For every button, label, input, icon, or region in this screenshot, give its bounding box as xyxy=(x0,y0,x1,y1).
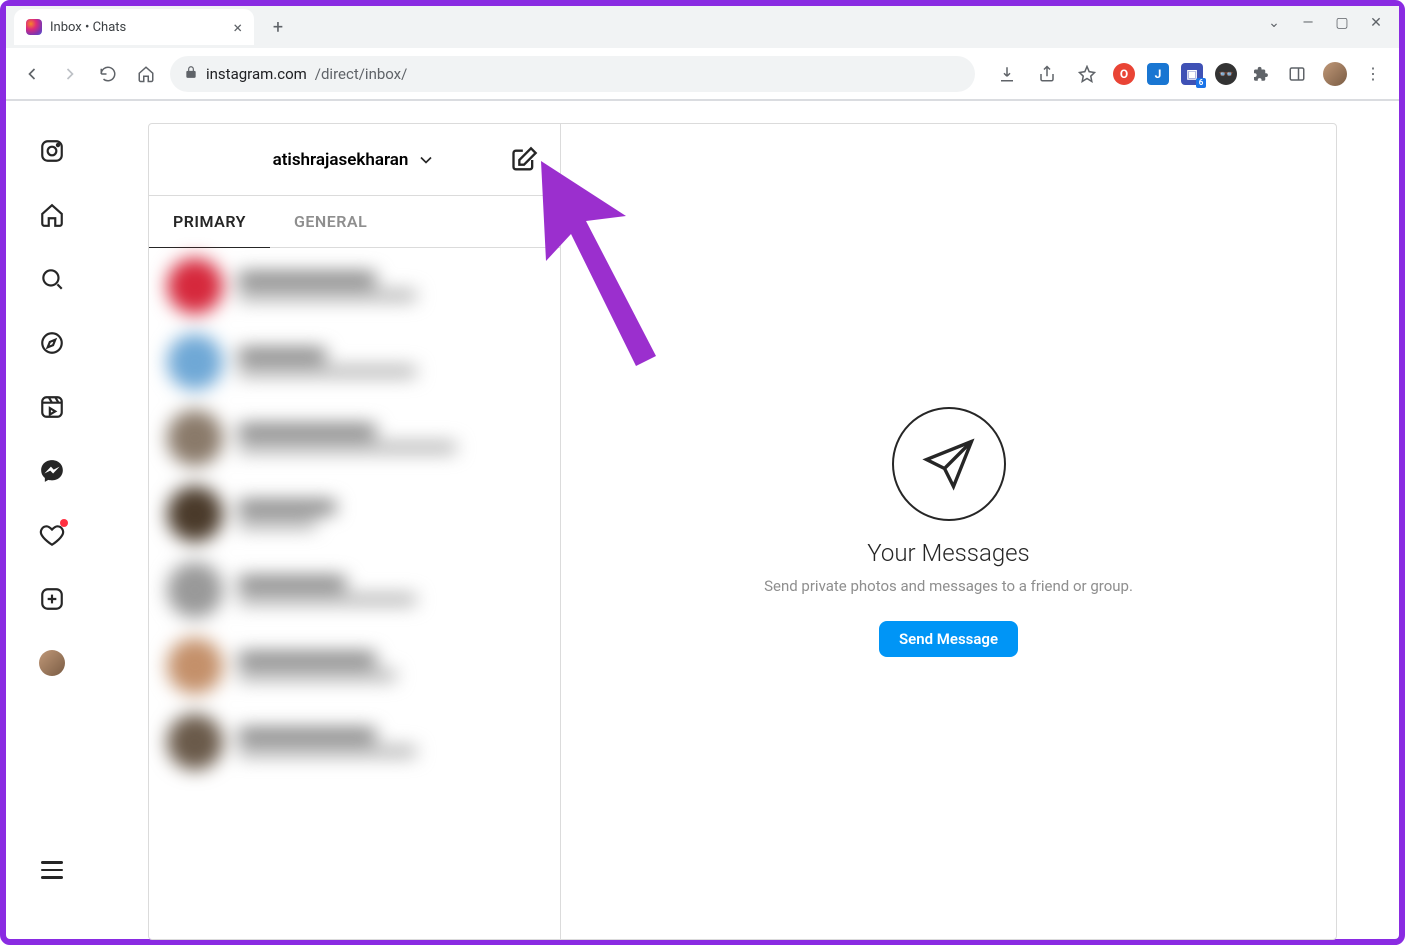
list-item xyxy=(149,552,560,628)
extensions-icon[interactable] xyxy=(1249,63,1271,85)
paper-plane-icon xyxy=(892,407,1006,521)
explore-icon[interactable] xyxy=(38,329,66,357)
list-item xyxy=(149,324,560,400)
list-item xyxy=(149,248,560,324)
instagram-sidebar xyxy=(6,101,98,940)
address-bar: instagram.com/direct/inbox/ O J ▣ 👓 ⋮ xyxy=(6,48,1399,100)
download-icon[interactable] xyxy=(993,60,1021,88)
notifications-icon[interactable] xyxy=(38,521,66,549)
list-item xyxy=(149,628,560,704)
back-button[interactable] xyxy=(18,60,46,88)
list-item xyxy=(149,400,560,476)
star-icon[interactable] xyxy=(1073,60,1101,88)
minimize-icon[interactable]: — xyxy=(1299,14,1317,32)
maximize-icon[interactable]: ▢ xyxy=(1333,14,1351,32)
home-button[interactable] xyxy=(132,60,160,88)
toolbar-icons: O J ▣ 👓 ⋮ xyxy=(993,60,1387,88)
extension-opera-icon[interactable]: O xyxy=(1113,63,1135,85)
close-icon[interactable]: ✕ xyxy=(1367,14,1385,32)
inbox-left-pane: atishrajasekharan PRIMARY GENERAL xyxy=(149,124,561,939)
inbox-header: atishrajasekharan xyxy=(149,124,560,196)
forward-button[interactable] xyxy=(56,60,84,88)
create-icon[interactable] xyxy=(38,585,66,613)
instagram-logo-icon[interactable] xyxy=(38,137,66,165)
tab-general[interactable]: GENERAL xyxy=(270,196,391,247)
url-domain: instagram.com xyxy=(206,65,307,83)
messages-icon[interactable] xyxy=(38,457,66,485)
more-menu-icon[interactable] xyxy=(38,856,66,884)
tab-title: Inbox • Chats xyxy=(50,20,126,35)
tab-strip: Inbox • Chats × + ⌄ — ▢ ✕ xyxy=(6,6,1399,48)
main-area: atishrajasekharan PRIMARY GENERAL xyxy=(98,101,1399,940)
home-icon[interactable] xyxy=(38,201,66,229)
profile-icon[interactable] xyxy=(38,649,66,677)
list-item xyxy=(149,476,560,552)
menu-icon[interactable]: ⋮ xyxy=(1359,60,1387,88)
reels-icon[interactable] xyxy=(38,393,66,421)
inbox-panel: atishrajasekharan PRIMARY GENERAL xyxy=(148,123,1337,940)
browser-chrome: Inbox • Chats × + ⌄ — ▢ ✕ instagram.com/… xyxy=(6,6,1399,101)
account-switcher[interactable]: atishrajasekharan xyxy=(273,150,437,170)
extension-j-icon[interactable]: J xyxy=(1147,63,1169,85)
new-tab-button[interactable]: + xyxy=(264,13,292,41)
url-path: /direct/inbox/ xyxy=(315,65,408,83)
list-item xyxy=(149,704,560,780)
extension-bookmark-icon[interactable]: ▣ xyxy=(1181,63,1203,85)
account-name: atishrajasekharan xyxy=(273,150,409,170)
new-message-button[interactable] xyxy=(510,146,538,178)
lock-icon xyxy=(184,65,198,83)
inbox-tabs: PRIMARY GENERAL xyxy=(149,196,560,248)
page-content: atishrajasekharan PRIMARY GENERAL xyxy=(6,101,1399,940)
chat-list[interactable] xyxy=(149,248,560,939)
window-controls: ⌄ — ▢ ✕ xyxy=(1265,14,1385,32)
inbox-empty-state: Your Messages Send private photos and me… xyxy=(561,124,1336,939)
reload-button[interactable] xyxy=(94,60,122,88)
profile-avatar-icon[interactable] xyxy=(1323,62,1347,86)
empty-subtitle: Send private photos and messages to a fr… xyxy=(764,577,1133,595)
empty-title: Your Messages xyxy=(867,539,1029,567)
instagram-favicon-icon xyxy=(26,19,42,35)
chevron-down-icon[interactable]: ⌄ xyxy=(1265,14,1283,32)
compose-icon xyxy=(510,146,538,174)
share-icon[interactable] xyxy=(1033,60,1061,88)
extension-goggles-icon[interactable]: 👓 xyxy=(1215,63,1237,85)
url-field[interactable]: instagram.com/direct/inbox/ xyxy=(170,56,975,92)
browser-tab[interactable]: Inbox • Chats × xyxy=(14,9,254,45)
tab-primary[interactable]: PRIMARY xyxy=(149,196,270,248)
chevron-down-icon xyxy=(416,150,436,170)
search-icon[interactable] xyxy=(38,265,66,293)
side-panel-icon[interactable] xyxy=(1283,60,1311,88)
send-message-button[interactable]: Send Message xyxy=(879,621,1018,657)
tab-close-icon[interactable]: × xyxy=(233,18,242,37)
